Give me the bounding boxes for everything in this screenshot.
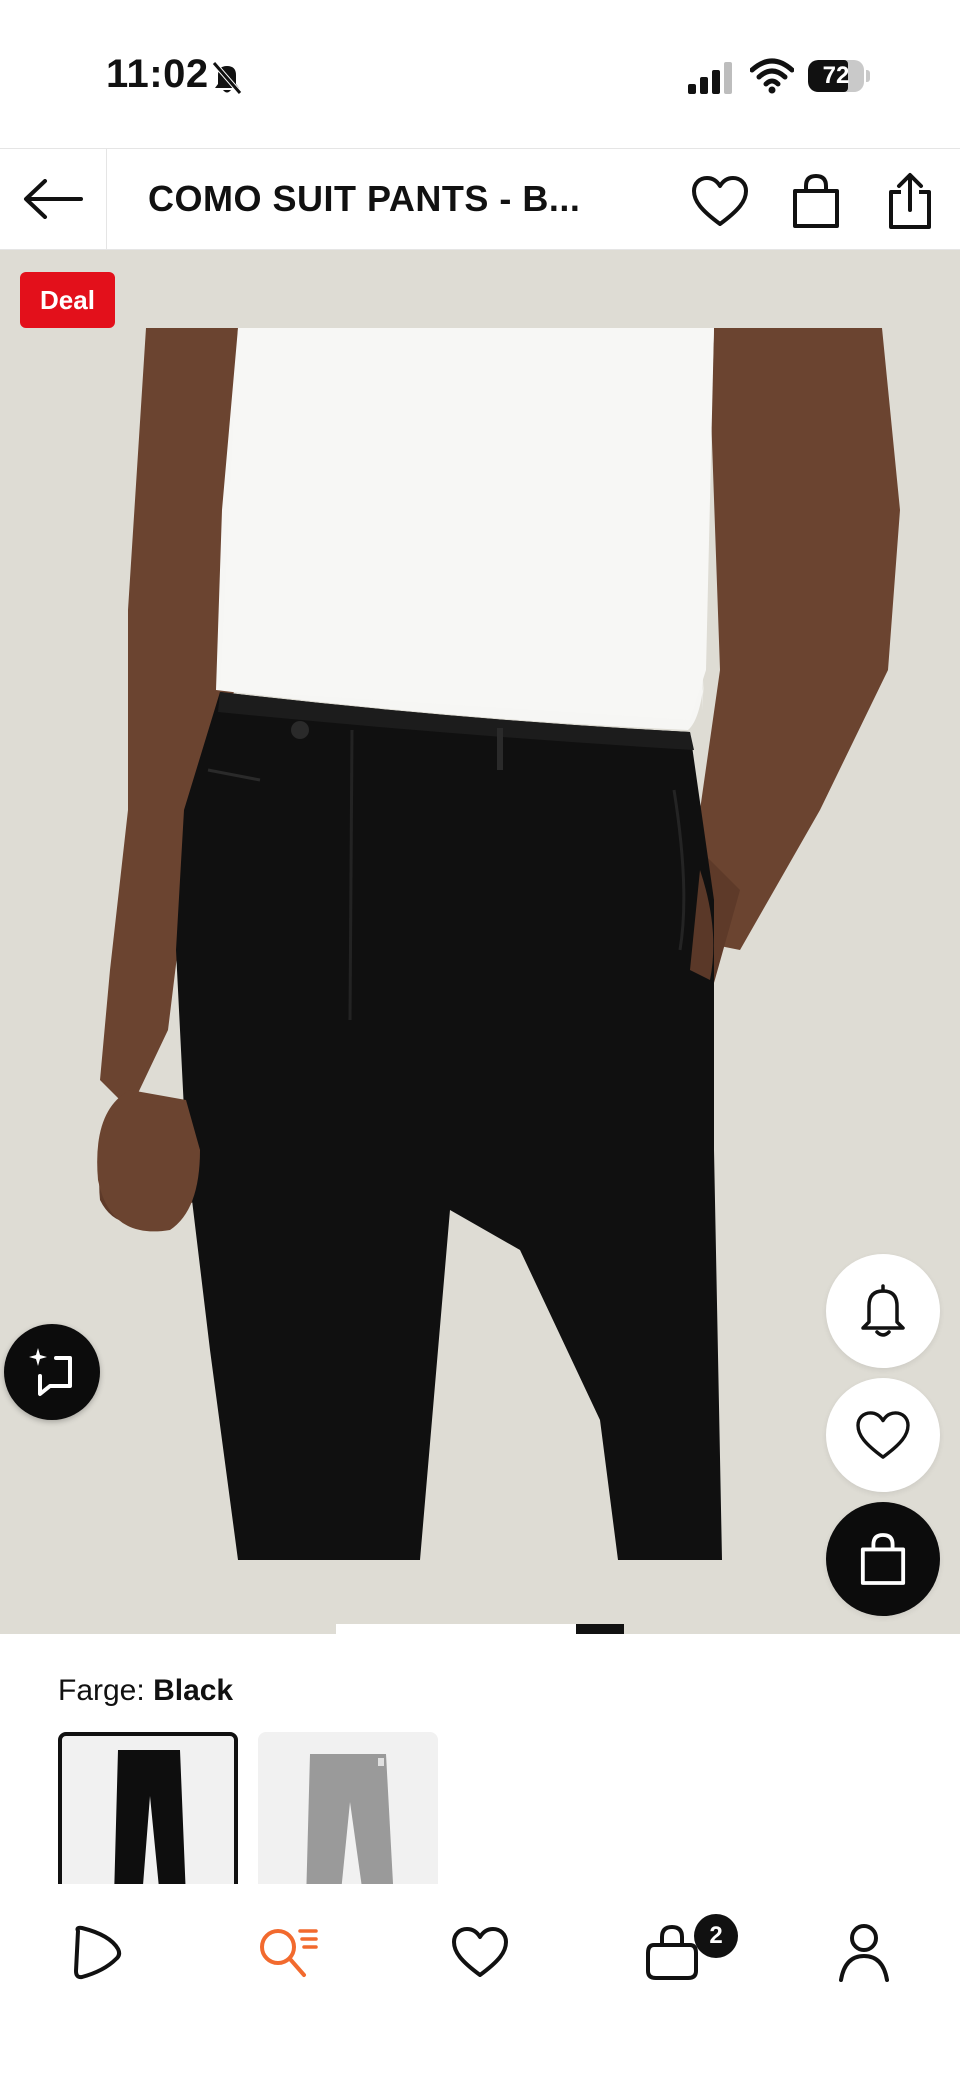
share-icon — [889, 173, 931, 229]
status-time: 11:02 — [106, 52, 209, 96]
status-bar: 11:02 72 — [0, 0, 960, 148]
carousel-indicator — [336, 1624, 624, 1634]
favorite-button[interactable] — [826, 1378, 940, 1492]
share-button[interactable] — [880, 171, 940, 231]
product-image-carousel[interactable]: Deal — [0, 250, 960, 1634]
arrow-left-icon — [24, 179, 83, 219]
product-photo — [97, 328, 900, 1560]
signal-icon — [688, 62, 732, 94]
heart-icon — [692, 176, 748, 226]
play-icon — [74, 1925, 122, 1980]
heart-icon — [452, 1927, 508, 1977]
deal-badge: Deal — [20, 272, 115, 328]
product-header: COMO SUIT PANTS - B... — [0, 148, 960, 250]
notify-button[interactable] — [826, 1254, 940, 1368]
bag-icon — [793, 173, 839, 228]
bag-icon — [860, 1533, 906, 1585]
sparkle-crop-icon — [29, 1348, 72, 1396]
heart-icon — [856, 1411, 910, 1459]
color-label: Farge: Black — [58, 1674, 233, 1708]
bottom-navigation: 2 — [0, 1884, 960, 2081]
profile-icon — [839, 1924, 889, 1982]
color-selector: Farge: Black — [0, 1634, 960, 1884]
battery-indicator: 72 — [808, 60, 870, 92]
battery-level: 72 — [822, 62, 850, 89]
grey-pants-thumbnail — [306, 1754, 394, 1884]
back-button[interactable] — [0, 149, 107, 249]
search-icon — [260, 1929, 318, 1977]
page-title: COMO SUIT PANTS - B... — [148, 178, 581, 219]
cart-button[interactable] — [786, 171, 846, 231]
wishlist-button[interactable] — [690, 171, 750, 231]
nav-wishlist[interactable] — [440, 1912, 520, 1992]
color-swatch-black[interactable] — [58, 1732, 238, 1884]
cart-count-badge: 2 — [694, 1914, 738, 1958]
color-label-prefix: Farge: — [58, 1674, 145, 1707]
bell-off-icon — [212, 61, 242, 95]
black-pants-thumbnail — [114, 1750, 186, 1884]
wifi-icon — [750, 58, 794, 94]
carousel-active-segment — [576, 1624, 624, 1634]
selected-color: Black — [153, 1674, 234, 1707]
bag-icon — [646, 1924, 698, 1980]
add-to-bag-button[interactable] — [826, 1502, 940, 1616]
color-swatch-grey[interactable] — [258, 1732, 438, 1884]
nav-search[interactable] — [248, 1912, 328, 1992]
visual-search-button[interactable] — [4, 1324, 100, 1420]
nav-profile[interactable] — [824, 1912, 904, 1992]
bell-icon — [861, 1284, 905, 1337]
nav-discover[interactable] — [56, 1912, 136, 1992]
